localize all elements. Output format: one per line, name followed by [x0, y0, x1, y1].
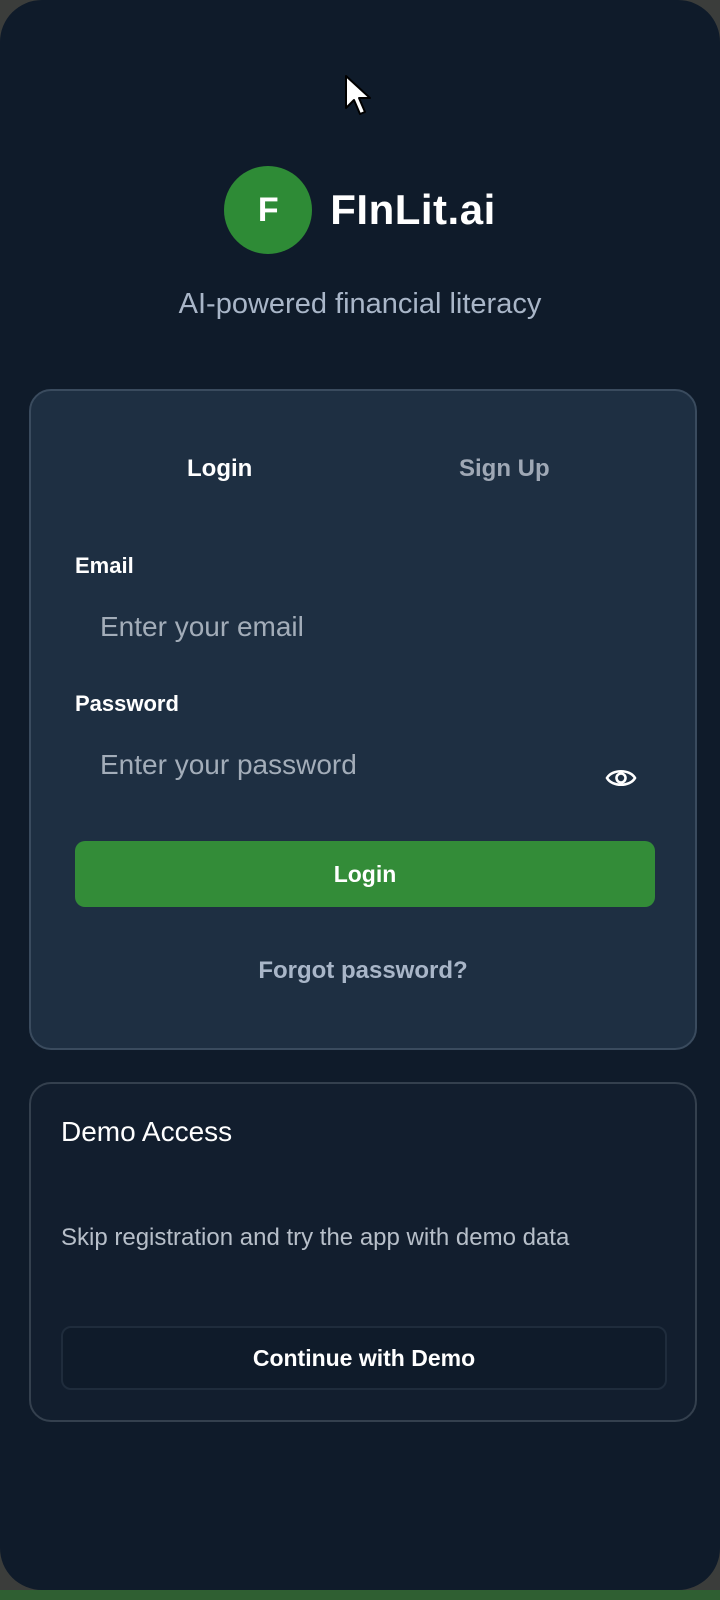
eye-icon[interactable]	[605, 765, 637, 791]
tab-sign-up[interactable]: Sign Up	[459, 455, 550, 483]
login-button[interactable]: Login	[75, 841, 655, 907]
tab-login[interactable]: Login	[187, 455, 252, 483]
password-input[interactable]	[75, 733, 655, 797]
continue-with-demo-button[interactable]: Continue with Demo	[61, 1326, 667, 1390]
email-input[interactable]	[75, 595, 655, 659]
mouse-pointer-icon	[345, 75, 371, 115]
demo-title: Demo Access	[61, 1116, 233, 1147]
app-window: F FInLit.ai AI-powered financial literac…	[0, 0, 720, 1590]
tagline: AI-powered financial literacy	[178, 288, 542, 320]
demo-description: Skip registration and try the app with d…	[61, 1224, 570, 1251]
app-name: FInLit.ai	[330, 186, 496, 233]
logo-icon: F	[224, 166, 313, 254]
logo-letter: F	[257, 190, 279, 229]
brand-header: F FInLit.ai	[0, 166, 720, 254]
demo-access-card: Demo Access Skip registration and try th…	[29, 1082, 697, 1422]
email-label: Email	[75, 553, 134, 578]
bottom-edge	[0, 1590, 720, 1600]
forgot-password-link[interactable]: Forgot password?	[31, 957, 695, 985]
password-label: Password	[75, 691, 179, 716]
auth-card: Login Sign Up Email Password Login Forgo…	[29, 389, 697, 1050]
